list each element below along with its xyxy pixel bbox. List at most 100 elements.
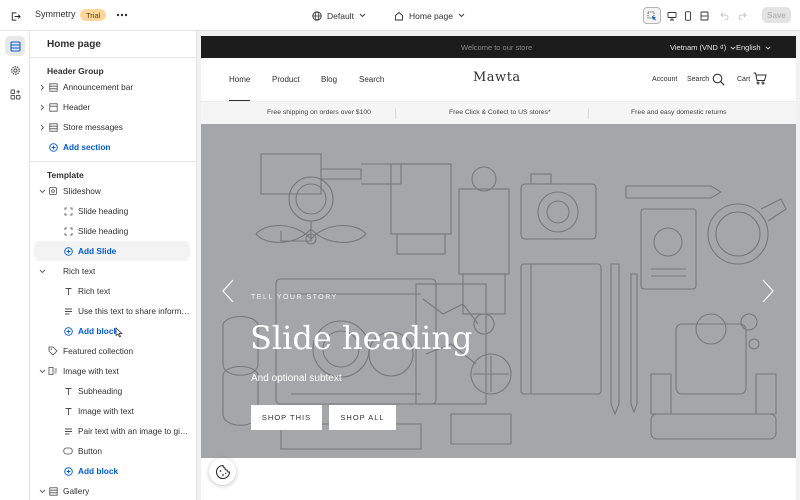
chevron-down-icon[interactable] xyxy=(38,487,46,495)
chevron-right-icon[interactable] xyxy=(38,83,46,91)
chevron-down-icon xyxy=(359,13,366,18)
gear-icon xyxy=(10,65,20,75)
add-block-button[interactable]: Add block xyxy=(30,321,196,341)
mobile-view-button[interactable] xyxy=(681,7,695,24)
add-slide-button[interactable]: Add Slide xyxy=(34,241,190,261)
divider xyxy=(30,161,196,162)
section-item-image-with-text[interactable]: Image with text xyxy=(30,361,196,381)
more-actions-button[interactable] xyxy=(114,7,130,23)
block-label: Pair text with an image to give... xyxy=(78,426,190,436)
add-block-label: Add block xyxy=(78,326,119,336)
cookie-consent-button[interactable] xyxy=(209,458,236,485)
section-item-header[interactable]: Header xyxy=(30,97,196,117)
page-selector[interactable]: Home page xyxy=(394,8,465,23)
block-item-button[interactable]: Button xyxy=(30,441,196,461)
currency-label: Vietnam (VND ₫) xyxy=(670,43,727,52)
language-label: English xyxy=(736,43,761,52)
app-title: Symmetry xyxy=(35,9,76,19)
section-icon xyxy=(48,102,58,112)
add-section-button[interactable]: Add section xyxy=(30,137,196,157)
section-label: Slideshow xyxy=(63,186,101,196)
add-slide-label: Add Slide xyxy=(78,246,117,256)
nav-link-search[interactable]: Search xyxy=(359,75,384,84)
block-label: Subheading xyxy=(78,386,123,396)
plus-circle-icon xyxy=(63,246,73,256)
fullscreen-view-button[interactable] xyxy=(697,7,711,24)
search-link[interactable]: Search xyxy=(687,76,709,83)
sections-icon xyxy=(10,41,20,51)
currency-selector[interactable]: Vietnam (VND ₫) xyxy=(670,43,736,52)
block-item-text[interactable]: Pair text with an image to give... xyxy=(30,421,196,441)
store-messages-bar: Free shipping on orders over $100 Free C… xyxy=(201,102,796,124)
save-button[interactable]: Save xyxy=(762,7,791,23)
shop-this-button[interactable]: SHOP THIS xyxy=(251,405,322,430)
section-label: Gallery xyxy=(63,486,90,496)
paragraph-icon xyxy=(63,306,73,316)
chevron-left-icon[interactable] xyxy=(221,279,235,303)
block-item-subheading[interactable]: Subheading xyxy=(30,381,196,401)
section-item-announcement-bar[interactable]: Announcement bar xyxy=(30,77,196,97)
chevron-down-icon[interactable] xyxy=(38,187,46,195)
section-item-slideshow[interactable]: Slideshow xyxy=(30,181,196,201)
tag-icon xyxy=(48,346,58,356)
block-item-text[interactable]: Use this text to share informat... xyxy=(30,301,196,321)
section-item-store-messages[interactable]: Store messages xyxy=(30,117,196,137)
add-block-label: Add block xyxy=(78,466,119,476)
desktop-view-button[interactable] xyxy=(665,7,679,24)
theme-selector[interactable]: Default xyxy=(312,8,366,23)
apps-rail-button[interactable] xyxy=(5,84,25,104)
section-item-gallery[interactable]: Gallery xyxy=(30,481,196,500)
plus-circle-icon xyxy=(63,466,73,476)
block-label: Image with text xyxy=(78,406,134,416)
inspector-toggle[interactable] xyxy=(643,7,661,24)
language-selector[interactable]: English xyxy=(736,43,771,52)
chevron-right-icon[interactable] xyxy=(38,103,46,111)
block-item-heading[interactable]: Image with text xyxy=(30,401,196,421)
shop-all-button[interactable]: SHOP ALL xyxy=(329,405,396,430)
sections-rail-button[interactable] xyxy=(5,36,25,56)
add-block-button[interactable]: Add block xyxy=(30,461,196,481)
block-item-slide-heading[interactable]: Slide heading xyxy=(30,221,196,241)
chevron-down-icon[interactable] xyxy=(38,267,46,275)
chevron-right-icon[interactable] xyxy=(761,279,775,303)
account-link[interactable]: Account xyxy=(652,76,677,83)
chevron-right-icon[interactable] xyxy=(38,123,46,131)
section-label: Image with text xyxy=(63,366,119,376)
cart-link[interactable]: Cart xyxy=(737,76,750,83)
cart-icon[interactable] xyxy=(753,72,767,85)
exit-icon xyxy=(11,11,21,21)
divider xyxy=(395,108,396,119)
nav-link-home[interactable]: Home xyxy=(229,75,250,84)
store-message: Free Click & Collect to US stores* xyxy=(449,109,551,116)
block-item-slide-heading[interactable]: Slide heading xyxy=(30,201,196,221)
section-item-rich-text[interactable]: Rich text xyxy=(30,261,196,281)
chevron-down-icon[interactable] xyxy=(38,367,46,375)
undo-button[interactable] xyxy=(718,7,730,24)
store-message: Free shipping on orders over $100 xyxy=(267,109,371,116)
redo-button[interactable] xyxy=(736,7,748,24)
slideshow-icon xyxy=(48,186,58,196)
search-icon[interactable] xyxy=(712,73,725,86)
section-item-featured-collection[interactable]: Featured collection xyxy=(30,341,196,361)
image-text-icon xyxy=(48,366,58,376)
exit-button[interactable] xyxy=(6,7,24,25)
sections-sidebar: Home page Header Group Announcement bar … xyxy=(30,31,197,500)
button-icon xyxy=(63,446,73,456)
section-label: Rich text xyxy=(63,266,96,276)
nav-link-product[interactable]: Product xyxy=(272,75,300,84)
block-item-rich-text[interactable]: Rich text xyxy=(30,281,196,301)
block-frame-icon xyxy=(63,206,73,216)
add-section-label: Add section xyxy=(63,142,111,152)
active-nav-underline xyxy=(229,100,250,101)
theme-selector-label: Default xyxy=(327,10,354,21)
home-icon xyxy=(395,11,403,20)
page-title: Home page xyxy=(47,39,101,50)
store-logo[interactable]: Mawta xyxy=(473,70,521,85)
block-label: Rich text xyxy=(78,286,111,296)
hero-eyebrow: TELL YOUR STORY xyxy=(251,294,338,301)
nav-link-blog[interactable]: Blog xyxy=(321,75,337,84)
announcement-bar[interactable]: Welcome to our store Vietnam (VND ₫) Eng… xyxy=(201,36,796,58)
block-label: Use this text to share informat... xyxy=(78,306,190,316)
settings-rail-button[interactable] xyxy=(5,60,25,80)
fullscreen-icon xyxy=(700,11,708,20)
